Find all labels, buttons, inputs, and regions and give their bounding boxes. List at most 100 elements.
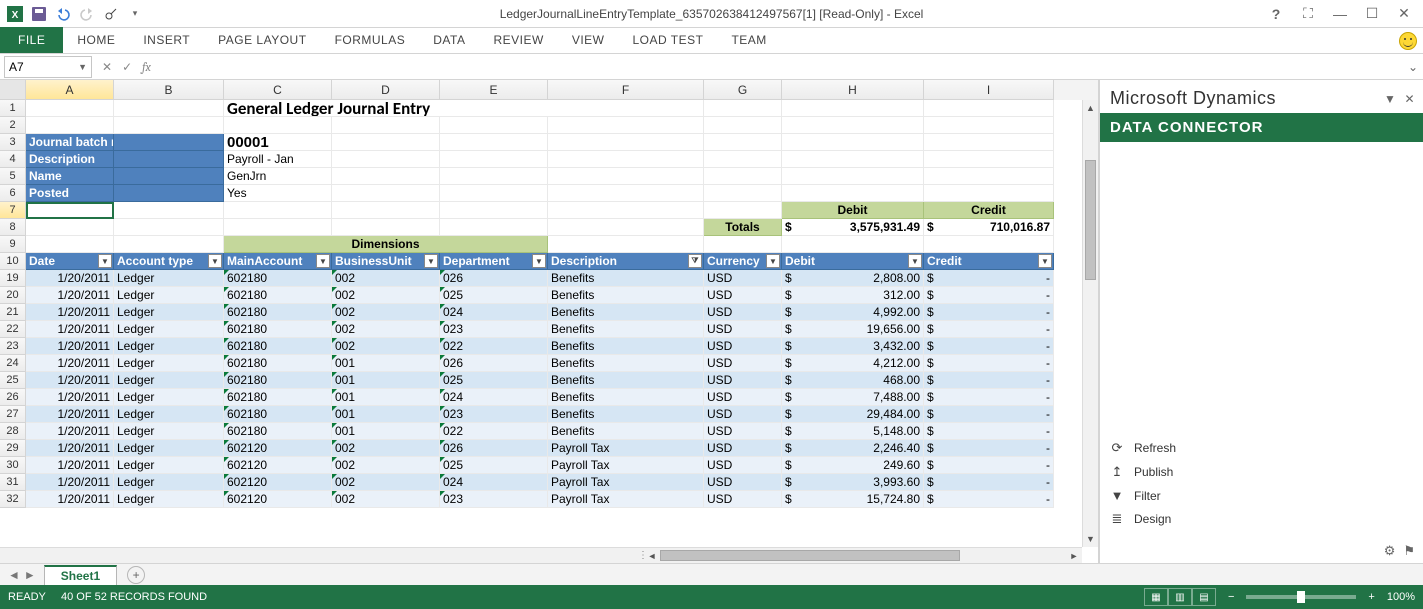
row-header[interactable]: 4 [0, 151, 26, 168]
cell-account-type[interactable]: Ledger [114, 423, 224, 440]
meta-label[interactable]: Description [26, 151, 114, 168]
cell-description[interactable]: Payroll Tax [548, 474, 704, 491]
cell-description[interactable]: Benefits [548, 270, 704, 287]
cell-currency[interactable]: USD [704, 491, 782, 508]
cell-date[interactable]: 1/20/2011 [26, 406, 114, 423]
row-header[interactable]: 9 [0, 236, 26, 253]
cell-date[interactable]: 1/20/2011 [26, 389, 114, 406]
cell-credit[interactable]: $- [924, 355, 1054, 372]
sheet-tab-sheet1[interactable]: Sheet1 [44, 565, 117, 585]
cell[interactable] [440, 185, 548, 202]
cell-business-unit[interactable]: 002 [332, 457, 440, 474]
cell[interactable] [704, 236, 782, 253]
zoom-slider-knob[interactable] [1297, 591, 1305, 603]
cell-account-type[interactable]: Ledger [114, 270, 224, 287]
cell-department[interactable]: 023 [440, 491, 548, 508]
cancel-icon[interactable]: ✕ [102, 60, 112, 74]
cell-credit[interactable]: $- [924, 491, 1054, 508]
cell-currency[interactable]: USD [704, 440, 782, 457]
cell-credit[interactable]: $- [924, 372, 1054, 389]
table-header-description[interactable]: Description⧩ [548, 253, 704, 270]
redo-icon[interactable] [76, 3, 98, 25]
cell-account-type[interactable]: Ledger [114, 457, 224, 474]
cell[interactable] [548, 219, 704, 236]
row-header[interactable]: 32 [0, 491, 26, 508]
cell-department[interactable]: 025 [440, 457, 548, 474]
cell[interactable] [924, 168, 1054, 185]
maximize-button[interactable]: ☐ [1357, 3, 1387, 25]
task-pane-close-icon[interactable]: ✕ [1404, 92, 1415, 106]
col-header-B[interactable]: B [114, 80, 224, 100]
row-header[interactable]: 10 [0, 253, 26, 270]
cell-debit[interactable]: $15,724.80 [782, 491, 924, 508]
meta-value[interactable]: GenJrn [224, 168, 332, 185]
horizontal-scroll-thumb[interactable] [660, 550, 960, 561]
cell-currency[interactable]: USD [704, 423, 782, 440]
row-header[interactable]: 3 [0, 134, 26, 151]
filter-dropdown-icon[interactable]: ▼ [766, 254, 780, 268]
cell-description[interactable]: Benefits [548, 423, 704, 440]
cell-debit[interactable]: $4,212.00 [782, 355, 924, 372]
cell[interactable] [440, 219, 548, 236]
cell-description[interactable]: Payroll Tax [548, 440, 704, 457]
cell[interactable] [114, 219, 224, 236]
save-icon[interactable] [28, 3, 50, 25]
table-header-department[interactable]: Department▼ [440, 253, 548, 270]
cell-department[interactable]: 023 [440, 321, 548, 338]
sheet-nav-prev-icon[interactable]: ◄ [8, 568, 20, 582]
view-normal-icon[interactable]: ▦ [1144, 588, 1168, 606]
cell-debit[interactable]: $29,484.00 [782, 406, 924, 423]
insert-function-icon[interactable]: fx [142, 60, 151, 74]
close-button[interactable]: ✕ [1389, 3, 1419, 25]
cell[interactable] [548, 134, 704, 151]
table-header-date[interactable]: Date▼ [26, 253, 114, 270]
cell[interactable] [114, 100, 224, 117]
cell-account-type[interactable]: Ledger [114, 440, 224, 457]
cell-credit[interactable]: $- [924, 406, 1054, 423]
cell[interactable] [114, 236, 224, 253]
cell-debit[interactable]: $468.00 [782, 372, 924, 389]
cell-description[interactable]: Benefits [548, 406, 704, 423]
cell-business-unit[interactable]: 002 [332, 474, 440, 491]
cell-debit[interactable]: $4,992.00 [782, 304, 924, 321]
meta-label-ext[interactable] [114, 151, 224, 168]
cell-business-unit[interactable]: 002 [332, 270, 440, 287]
cell-business-unit[interactable]: 001 [332, 372, 440, 389]
cell-currency[interactable]: USD [704, 270, 782, 287]
action-publish[interactable]: ↥Publish [1110, 460, 1413, 484]
cell[interactable] [332, 168, 440, 185]
tab-home[interactable]: HOME [63, 27, 129, 53]
cell-main-account[interactable]: 602120 [224, 474, 332, 491]
cell-date[interactable]: 1/20/2011 [26, 423, 114, 440]
meta-value[interactable]: 00001 [224, 134, 332, 151]
cell-business-unit[interactable]: 002 [332, 287, 440, 304]
cell[interactable] [548, 117, 704, 134]
row-header[interactable]: 21 [0, 304, 26, 321]
row-header[interactable]: 24 [0, 355, 26, 372]
cell[interactable] [224, 202, 332, 219]
row-header[interactable]: 30 [0, 457, 26, 474]
tab-insert[interactable]: INSERT [129, 27, 204, 53]
expand-formula-bar-icon[interactable]: ⌄ [1403, 60, 1423, 74]
meta-label-ext[interactable] [114, 134, 224, 151]
touch-mode-icon[interactable] [100, 3, 122, 25]
cell-business-unit[interactable]: 002 [332, 338, 440, 355]
feedback-smile-icon[interactable] [1399, 32, 1417, 50]
zoom-out-button[interactable]: − [1224, 591, 1238, 603]
meta-label[interactable]: Journal batch number [26, 134, 114, 151]
cell[interactable] [26, 236, 114, 253]
action-refresh[interactable]: ⟳Refresh [1110, 436, 1413, 460]
task-pane-menu-icon[interactable]: ▼ [1384, 92, 1396, 106]
horizontal-scrollbar[interactable]: ⋮ ◄ ► [0, 547, 1082, 563]
cell[interactable] [704, 168, 782, 185]
cell-department[interactable]: 025 [440, 287, 548, 304]
col-header-C[interactable]: C [224, 80, 332, 100]
col-header-H[interactable]: H [782, 80, 924, 100]
meta-value[interactable]: Payroll - Jan [224, 151, 332, 168]
zoom-slider[interactable] [1246, 595, 1356, 599]
row-header[interactable]: 25 [0, 372, 26, 389]
filter-dropdown-icon[interactable]: ▼ [98, 254, 112, 268]
cell-date[interactable]: 1/20/2011 [26, 440, 114, 457]
undo-icon[interactable] [52, 3, 74, 25]
cell-debit[interactable]: $312.00 [782, 287, 924, 304]
